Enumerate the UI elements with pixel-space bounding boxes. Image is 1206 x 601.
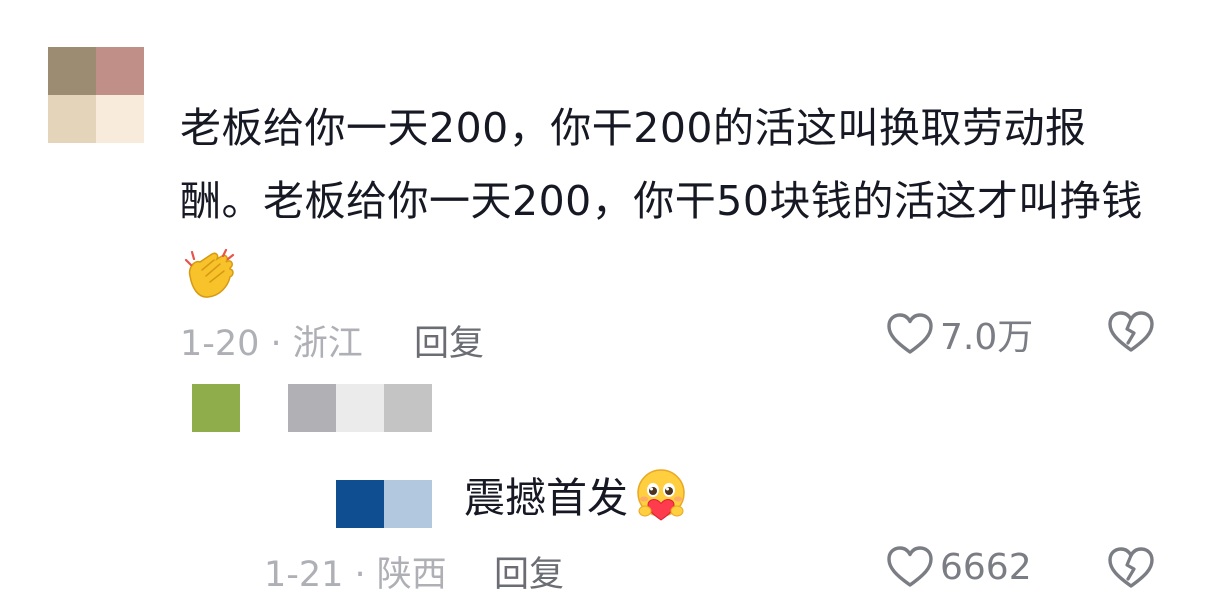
mosaic-tile [288, 480, 336, 528]
reply-avatar[interactable] [288, 480, 432, 528]
mosaic-tile [192, 384, 240, 432]
comment-date-location: 1-20 · 浙江 [180, 324, 363, 364]
broken-heart-icon[interactable] [1107, 309, 1155, 355]
broken-heart-icon[interactable] [1107, 545, 1155, 591]
reply-content: 震撼首发 [464, 466, 690, 526]
mosaic-tile [336, 480, 384, 528]
mosaic-tile [384, 480, 432, 528]
like-button[interactable]: 6662 [886, 544, 1032, 590]
mosaic-tile [96, 95, 144, 143]
hugging-face-icon [637, 469, 685, 521]
like-button[interactable]: 7.0万 [886, 308, 1033, 360]
comment-section: 老板给你一天200，你干200的活这叫换取劳动报酬。老板给你一天200，你干50… [0, 0, 1206, 601]
mosaic-tile [384, 384, 432, 432]
like-count: 7.0万 [940, 317, 1034, 358]
clapping-hands-icon [184, 248, 235, 298]
mosaic-tile [288, 384, 336, 432]
heart-icon [887, 546, 933, 587]
mosaic-tile [240, 384, 288, 432]
comment-text: 老板给你一天200，你干200的活这叫换取劳动报酬。老板给你一天200，你干50… [180, 104, 1143, 225]
mosaic-tile [48, 47, 96, 95]
reply-button[interactable]: 回复 [414, 315, 484, 366]
like-count: 6662 [940, 546, 1032, 588]
reply-text: 震撼首发 [464, 474, 628, 522]
mosaic-tile [96, 47, 144, 95]
reply-date-location: 1-21 · 陕西 [264, 555, 447, 595]
heart-icon [887, 313, 933, 354]
comment-content: 老板给你一天200，你干200的活这叫换取劳动报酬。老板给你一天200，你干50… [180, 92, 1160, 311]
reply-button[interactable]: 回复 [494, 546, 564, 597]
reply-author-blurred[interactable] [192, 384, 432, 432]
mosaic-tile [48, 95, 96, 143]
mosaic-tile [336, 384, 384, 432]
avatar[interactable] [48, 47, 144, 143]
